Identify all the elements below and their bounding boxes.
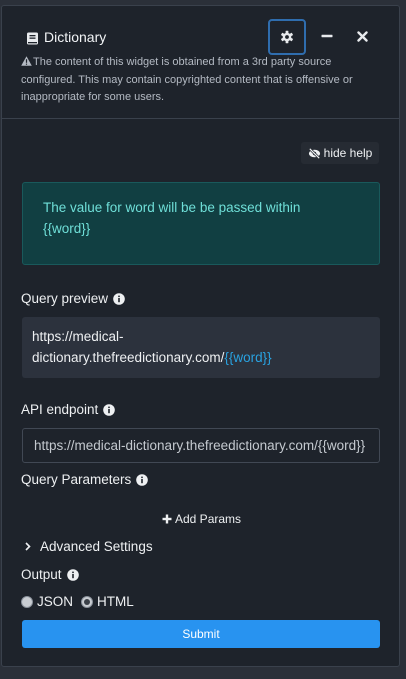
query-preview-label: Query preview <box>21 291 125 306</box>
help-message: The value for word will be be passed wit… <box>22 182 380 265</box>
eye-slash-icon <box>308 147 320 159</box>
query-preview-label-text: Query preview <box>21 291 109 306</box>
output-html-label[interactable]: HTML <box>97 594 134 609</box>
output-format-group: JSON HTML <box>21 594 134 609</box>
submit-button[interactable]: Submit <box>22 620 380 648</box>
chevron-right-icon <box>25 542 31 551</box>
query-preview-box: https://medical- dictionary.thefreedicti… <box>22 317 380 378</box>
third-party-notice: The content of this widget is obtained f… <box>21 54 381 107</box>
query-parameters-label: Query Parameters <box>21 472 149 487</box>
info-icon[interactable] <box>103 403 116 416</box>
query-parameters-label-text: Query Parameters <box>21 472 132 487</box>
advanced-settings-label: Advanced Settings <box>40 539 153 554</box>
widget-header: Dictionary The content of this widget is… <box>2 6 399 119</box>
help-message-line-1: The value for word will be be passed wit… <box>43 200 301 215</box>
warning-icon <box>21 56 32 66</box>
preview-url-line-2: dictionary.thefreedictionary.com/{{word}… <box>32 347 370 368</box>
output-json-radio[interactable] <box>21 595 33 608</box>
close-icon <box>356 30 368 42</box>
preview-url-line-1: https://medical- <box>32 329 124 344</box>
hide-help-button[interactable]: hide help <box>301 142 379 164</box>
preview-url-prefix: dictionary.thefreedictionary.com/ <box>32 350 225 365</box>
preview-url-variable: {{word}} <box>224 350 272 365</box>
output-html-radio[interactable] <box>81 595 94 608</box>
info-icon[interactable] <box>136 473 149 486</box>
dictionary-widget: Dictionary The content of this widget is… <box>1 5 400 667</box>
book-icon <box>27 32 38 45</box>
minus-icon <box>321 34 333 38</box>
info-icon[interactable] <box>66 568 79 581</box>
hide-help-label: hide help <box>323 146 373 160</box>
info-icon[interactable] <box>113 292 125 305</box>
output-label: Output <box>21 567 79 582</box>
close-button[interactable] <box>352 26 372 46</box>
api-endpoint-label-text: API endpoint <box>21 402 99 417</box>
advanced-settings-toggle[interactable]: Advanced Settings <box>25 539 153 554</box>
settings-button[interactable] <box>268 19 306 55</box>
add-params-button[interactable]: Add Params <box>162 512 241 526</box>
widget-title: Dictionary <box>44 29 107 45</box>
api-endpoint-label: API endpoint <box>21 402 116 417</box>
add-params-label: Add Params <box>175 512 242 526</box>
help-message-line-2: {{word}} <box>43 221 91 236</box>
output-label-text: Output <box>21 567 62 582</box>
notice-text: The content of this widget is obtained f… <box>21 56 353 103</box>
minimize-button[interactable] <box>317 26 337 46</box>
gear-icon <box>281 30 293 44</box>
output-json-label[interactable]: JSON <box>37 594 73 609</box>
api-endpoint-input[interactable] <box>22 428 380 463</box>
plus-icon <box>162 514 172 524</box>
